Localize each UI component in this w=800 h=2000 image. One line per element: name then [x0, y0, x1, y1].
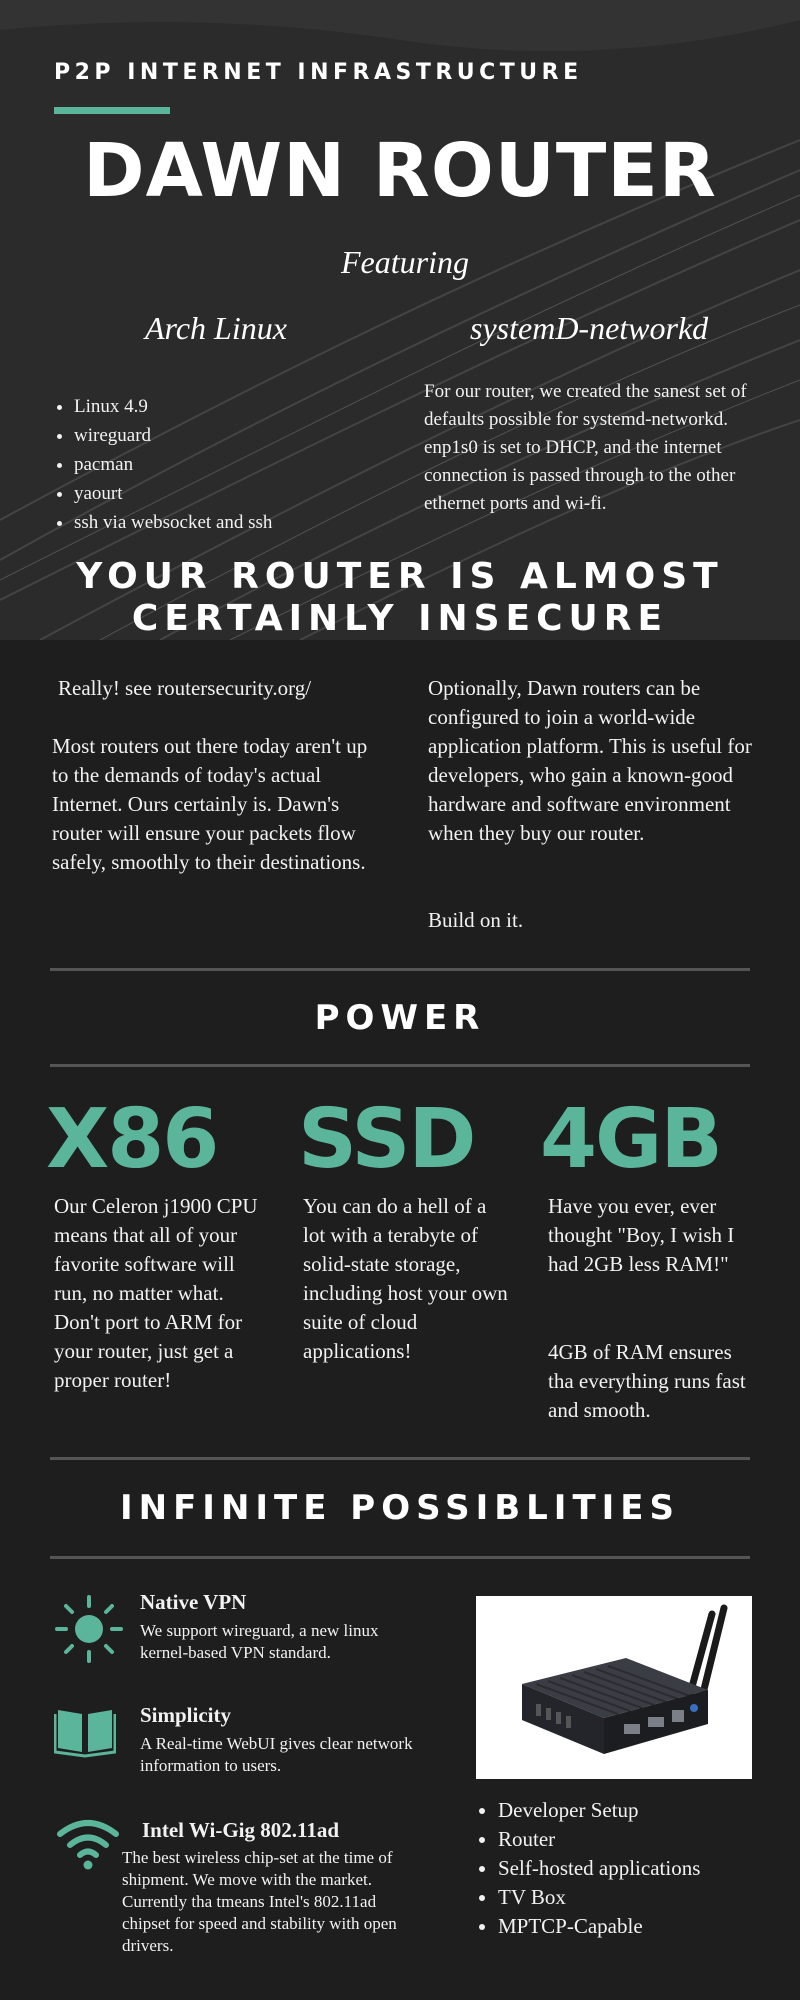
- list-item: TV Box: [498, 1883, 700, 1912]
- hero-section: P2P INTERNET INFRASTRUCTURE DAWN ROUTER …: [0, 0, 800, 640]
- divider: [50, 1457, 750, 1460]
- insecure-headline: YOUR ROUTER IS ALMOST CERTAINLY INSECURE: [0, 556, 800, 640]
- feature-title: Intel Wi-Gig 802.11ad: [142, 1818, 340, 1842]
- use-cases-list: Developer Setup Router Self-hosted appli…: [478, 1796, 700, 1941]
- book-icon: [54, 1710, 116, 1758]
- possibilities-heading: INFINITE POSSIBLITIES: [119, 1488, 681, 1528]
- routers-description: Most routers out there today aren't up t…: [52, 734, 368, 874]
- ssd-description: You can do a hell of a lot with a teraby…: [303, 1194, 508, 1363]
- systemd-description: For our router, we created the sanest se…: [424, 381, 747, 514]
- kicker-accent-bar: [54, 107, 170, 114]
- wifi-icon: [57, 1820, 119, 1870]
- list-item: ssh via websocket and ssh: [74, 508, 272, 537]
- list-item: MPTCP-Capable: [498, 1912, 700, 1941]
- systemd-heading: systemD-networkd: [470, 310, 709, 346]
- list-item: yaourt: [74, 479, 272, 508]
- list-item: Self-hosted applications: [498, 1854, 700, 1883]
- ram-description-2: 4GB of RAM ensures tha everything runs f…: [548, 1340, 746, 1422]
- stat-4gb: 4GB: [540, 1092, 723, 1187]
- stat-x86: X86: [46, 1092, 219, 1187]
- router-security-note: Really! see routersecurity.org/: [58, 676, 312, 700]
- feature-text: A Real-time WebUI gives clear network in…: [140, 1734, 413, 1775]
- divider: [50, 968, 750, 971]
- feature-title: Native VPN: [140, 1590, 247, 1614]
- sun-icon: [55, 1595, 123, 1663]
- platform-description: Optionally, Dawn routers can be configur…: [428, 676, 752, 845]
- ram-description: Have you ever, ever thought "Boy, I wish…: [548, 1194, 735, 1276]
- power-heading: POWER: [314, 998, 486, 1038]
- page-title: DAWN ROUTER: [83, 128, 717, 214]
- list-item: Developer Setup: [498, 1796, 700, 1825]
- divider: [50, 1556, 750, 1559]
- divider: [50, 1064, 750, 1067]
- feature-text: The best wireless chip-set at the time o…: [122, 1848, 397, 1955]
- feature-text: We support wireguard, a new linux kernel…: [140, 1621, 379, 1662]
- arch-linux-heading: Arch Linux: [145, 310, 287, 346]
- list-item: pacman: [74, 450, 272, 479]
- x86-description: Our Celeron j1900 CPU means that all of …: [54, 1194, 258, 1392]
- stat-ssd: SSD: [298, 1092, 476, 1187]
- hero-kicker: P2P INTERNET INFRASTRUCTURE: [54, 60, 583, 85]
- feature-title: Simplicity: [140, 1703, 232, 1727]
- featuring-label: Featuring: [341, 244, 469, 280]
- build-on-it: Build on it.: [428, 908, 524, 932]
- router-product-image: [476, 1596, 752, 1779]
- list-item: Router: [498, 1825, 700, 1854]
- list-item: wireguard: [74, 421, 272, 450]
- arch-features-list: Linux 4.9 wireguard pacman yaourt ssh vi…: [54, 392, 272, 537]
- router-illustration: [522, 1604, 728, 1754]
- headline-line: CERTAINLY INSECURE: [131, 598, 669, 639]
- headline-line: YOUR ROUTER IS ALMOST: [76, 556, 724, 597]
- list-item: Linux 4.9: [74, 392, 272, 421]
